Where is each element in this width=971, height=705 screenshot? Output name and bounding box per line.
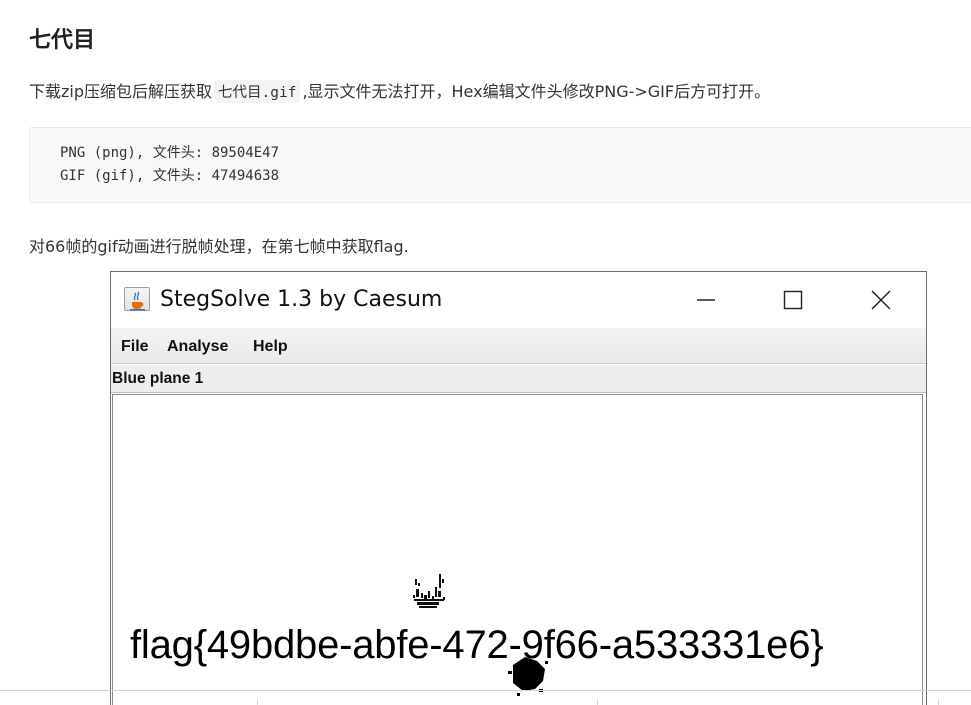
divider-tick [257, 699, 258, 705]
minimize-icon [697, 299, 715, 301]
divider-tick [597, 699, 598, 705]
menu-help[interactable]: Help [253, 338, 288, 356]
inline-code-filename: 七代目.gif [214, 80, 301, 103]
noise-blob-bottom [508, 657, 548, 696]
maximize-icon [783, 290, 803, 310]
image-viewer: flag{49bdbe-abfe-472-9f66-a533331e6} [112, 394, 923, 705]
panel-label: Blue plane 1 [111, 365, 926, 393]
maximize-button[interactable] [773, 282, 813, 318]
menu-bar: File Analyse Help [111, 328, 926, 364]
paragraph-intro-text-2: ,显示文件无法打开，Hex编辑文件头修改PNG->GIF后方可打开。 [302, 82, 771, 101]
divider-line [0, 690, 971, 691]
menu-analyse[interactable]: Analyse [167, 338, 228, 356]
code-line-gif: GIF (gif), 文件头: 47494638 [60, 168, 280, 184]
paragraph-intro-text-1: 下载zip压缩包后解压获取 [29, 82, 213, 101]
window-title: StegSolve 1.3 by Caesum [160, 287, 443, 312]
article-title: 七代目 [29, 28, 96, 53]
noise-speckle-top [413, 574, 445, 608]
code-line-png: PNG (png), 文件头: 89504E47 [60, 145, 280, 161]
divider-tick [938, 699, 939, 705]
flag-text: flag{49bdbe-abfe-472-9f66-a533331e6} [130, 623, 824, 667]
close-icon [871, 290, 891, 310]
code-block: PNG (png), 文件头: 89504E47 GIF (gif), 文件头:… [29, 127, 971, 203]
minimize-button[interactable] [686, 282, 726, 318]
window-titlebar[interactable]: StegSolve 1.3 by Caesum [111, 272, 926, 328]
close-button[interactable] [861, 282, 901, 318]
stegsolve-window: StegSolve 1.3 by Caesum File Analyse Hel… [110, 271, 927, 705]
paragraph-intro: 下载zip压缩包后解压获取 七代目.gif ,显示文件无法打开，Hex编辑文件头修改… [29, 78, 770, 103]
java-cup-icon [124, 287, 150, 311]
menu-file[interactable]: File [121, 338, 149, 356]
paragraph-frames: 对66帧的gif动画进行脱帧处理，在第七帧中获取flag. [29, 237, 409, 256]
